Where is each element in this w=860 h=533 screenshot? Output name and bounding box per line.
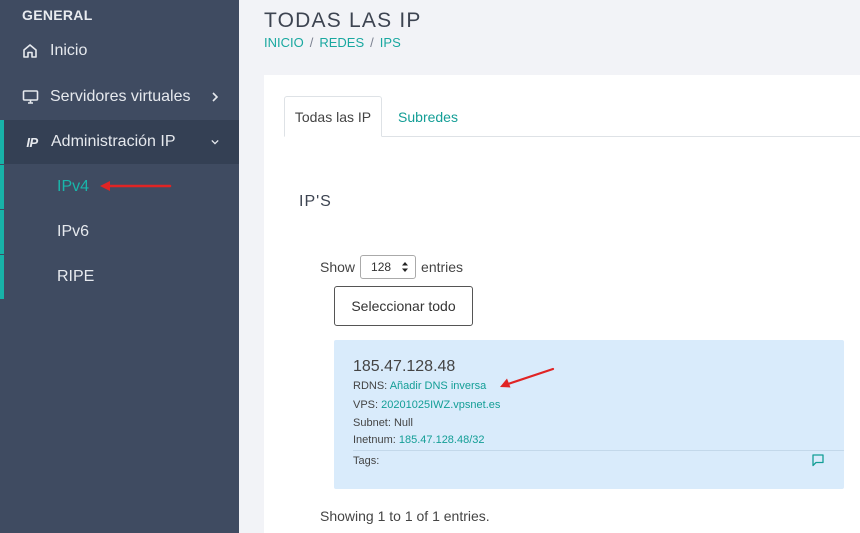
tags-row: Tags: <box>353 455 379 467</box>
rdns-label: RDNS: <box>353 380 388 392</box>
monitor-icon <box>21 88 39 106</box>
sidebar-heading: GENERAL <box>22 7 93 23</box>
annotation-arrow-ipv4 <box>100 181 172 191</box>
inetnum-label: Inetnum: <box>353 434 396 446</box>
breadcrumb-separator: / <box>370 35 374 50</box>
sidebar-item-label: Servidores virtuales <box>50 88 191 105</box>
subnet-row: Subnet: Null <box>353 417 413 429</box>
inetnum-link[interactable]: 185.47.128.48/32 <box>399 434 485 446</box>
sidebar-item-inicio[interactable]: Inicio <box>0 29 239 73</box>
entries-per-page-value: 128 <box>371 260 392 274</box>
add-reverse-dns-link[interactable]: Añadir DNS inversa <box>390 380 487 392</box>
entries-length-control: Show 128 entries <box>320 255 463 279</box>
ip-address: 185.47.128.48 <box>353 358 456 375</box>
sidebar-subitem-label: IPv6 <box>57 223 90 240</box>
select-arrows-icon <box>402 262 409 272</box>
subnet-label: Subnet: <box>353 417 391 429</box>
page-title: TODAS LAS IP <box>264 9 422 32</box>
card-divider <box>353 450 844 451</box>
sidebar-subitem-label: RIPE <box>57 268 95 285</box>
sidebar-subitem-label: IPv4 <box>57 178 90 195</box>
ip-card: 185.47.128.48 RDNS: Añadir DNS inversa V… <box>334 340 844 489</box>
entries-per-page-select[interactable]: 128 <box>360 255 417 279</box>
sidebar-item-label: Administración IP <box>51 133 176 150</box>
vps-row: VPS: 20201025IWZ.vpsnet.es <box>353 399 500 411</box>
breadcrumb: INICIO / REDES / IPS <box>264 35 401 50</box>
chevron-down-icon <box>211 138 219 146</box>
table-info-text: Showing 1 to 1 of 1 entries. <box>320 508 490 524</box>
sidebar-item-administracion-ip[interactable]: IP Administración IP <box>0 120 239 164</box>
tab-subredes[interactable]: Subredes <box>390 96 466 137</box>
vps-link[interactable]: 20201025IWZ.vpsnet.es <box>381 399 500 411</box>
subnet-value: Null <box>393 417 413 429</box>
sidebar: GENERAL Inicio Servidores virtuales IP A… <box>0 0 239 533</box>
breadcrumb-item-ips[interactable]: IPS <box>380 35 401 50</box>
sidebar-subitem-ripe[interactable]: RIPE <box>0 255 239 299</box>
chevron-right-icon <box>211 92 219 102</box>
annotation-arrow-rdns <box>500 367 555 388</box>
ip-icon: IP <box>26 134 38 150</box>
sidebar-item-label: Inicio <box>50 42 88 59</box>
vps-label: VPS: <box>353 399 379 411</box>
sidebar-subitem-ipv6[interactable]: IPv6 <box>0 210 239 254</box>
section-title: IP'S <box>299 193 332 210</box>
show-label: Show <box>320 259 356 275</box>
breadcrumb-item-inicio[interactable]: INICIO <box>264 35 304 50</box>
tags-label: Tags: <box>353 455 380 467</box>
comment-icon[interactable] <box>811 453 825 467</box>
sidebar-item-servidores-virtuales[interactable]: Servidores virtuales <box>0 75 239 119</box>
breadcrumb-separator: / <box>309 35 314 50</box>
inetnum-row: Inetnum: 185.47.128.48/32 <box>353 434 485 446</box>
select-all-button[interactable]: Seleccionar todo <box>334 286 473 326</box>
tab-todas-las-ip[interactable]: Todas las IP <box>284 96 382 137</box>
rdns-row: RDNS: Añadir DNS inversa <box>353 380 486 392</box>
breadcrumb-item-redes[interactable]: REDES <box>319 35 364 50</box>
entries-label: entries <box>421 259 464 275</box>
home-icon <box>21 42 39 60</box>
